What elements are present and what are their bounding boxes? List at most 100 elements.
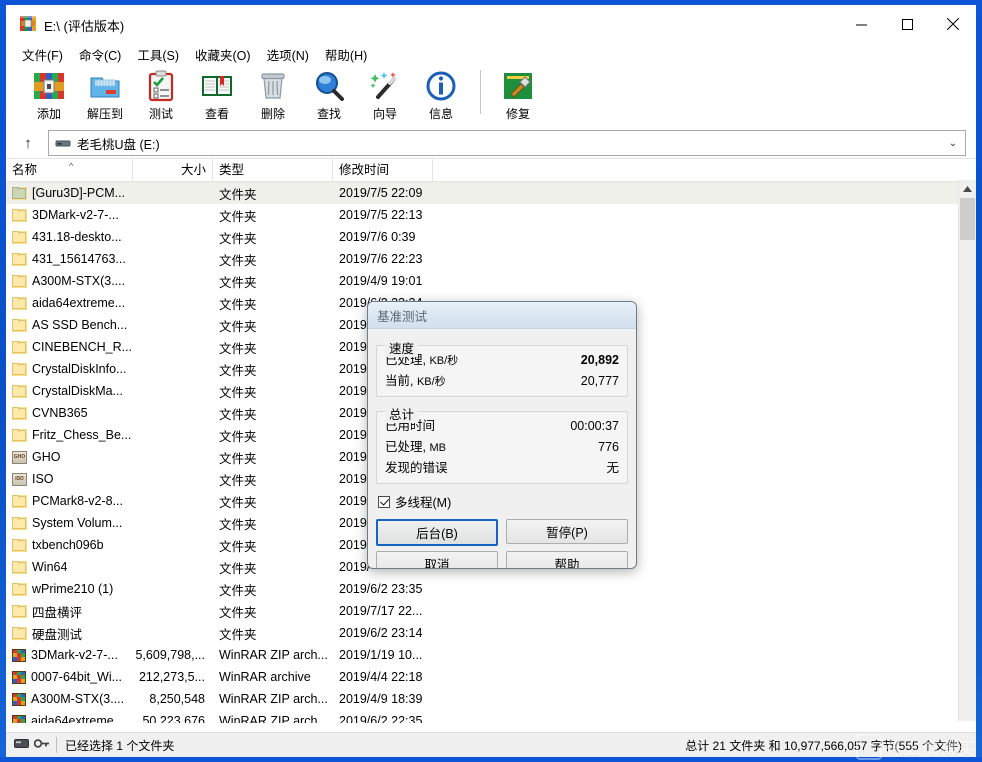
column-header-filler [433, 159, 976, 181]
address-combobox[interactable]: 老毛桃U盘 (E:) ⌄ [48, 130, 966, 156]
column-header-date[interactable]: 修改时间 [333, 159, 433, 181]
toolbar-add-button[interactable]: 添加 [22, 66, 76, 126]
menu-file[interactable]: 文件(F) [14, 43, 71, 66]
toolbar-test-button[interactable]: 测试 [134, 66, 188, 126]
toolbar-info-button[interactable]: 信息 [414, 66, 468, 126]
file-name-text: CrystalDiskInfo... [32, 362, 127, 376]
file-name-text: CINEBENCH_R... [32, 340, 133, 354]
file-date-cell: 2019/4/9 19:01 [339, 274, 423, 288]
up-one-level-button[interactable]: ↑ [14, 130, 42, 156]
toolbar-delete-button[interactable]: 删除 [246, 66, 300, 126]
table-row[interactable]: aida64extreme... 50,223,676 WinRAR ZIP arc… [6, 710, 958, 723]
scroll-up-button[interactable] [959, 180, 976, 197]
file-size-cell: 5,609,798,... [135, 648, 205, 662]
file-name-text: [Guru3D]-PCM... [32, 186, 126, 200]
toolbar-info-label: 信息 [428, 107, 453, 121]
multithreading-checkbox[interactable]: 多线程(M) [378, 492, 628, 511]
table-row[interactable]: 431_15614763... 文件夹 2019/7/6 22:23 [6, 248, 958, 270]
minimize-button[interactable] [838, 5, 884, 43]
close-button[interactable] [930, 5, 976, 43]
total-elapsed-value: 00:00:37 [570, 419, 619, 433]
file-type-cell: 文件夹 [219, 561, 257, 576]
table-row[interactable]: wPrime210 (1) 文件夹 2019/6/2 23:35 [6, 578, 958, 600]
benchmark-dialog[interactable]: 基准测试 速度 已处理, KB/秒 20,892 当前, KB/秒 20,777… [367, 301, 637, 569]
menu-commands[interactable]: 命令(C) [71, 43, 129, 66]
speed-processed-unit: KB/秒 [429, 355, 459, 367]
maximize-button[interactable] [884, 5, 930, 43]
file-name-cell: Fritz_Chess_Be... [6, 428, 133, 442]
column-header-type[interactable]: 类型 [213, 159, 333, 181]
file-name-cell: System Volum... [6, 516, 133, 530]
background-button[interactable]: 后台(B) [376, 519, 498, 546]
toolbar-repair-button[interactable]: 修复 [491, 66, 545, 126]
table-row[interactable]: 四盘横评 文件夹 2019/7/17 22... [6, 600, 958, 622]
file-name-text: 0007-64bit_Wi... [31, 670, 123, 684]
file-name-text: 3DMark-v2-7-... [32, 208, 119, 222]
file-date-cell: 2019/7/5 22:09 [339, 186, 423, 200]
column-header-size[interactable]: 大小 [133, 159, 213, 181]
file-name-text: Fritz_Chess_Be... [32, 428, 132, 442]
toolbar-find-button[interactable]: 查找 [302, 66, 356, 126]
status-total-text: 总计 21 文件夹 和 10,977,566,057 字节(555 个文件) [685, 738, 962, 753]
status-icons [6, 738, 56, 752]
file-name-text: Win64 [32, 560, 68, 574]
dialog-title: 基准测试 [377, 309, 428, 324]
disk-icon [14, 738, 29, 752]
file-name-text: aida64extreme... [31, 714, 125, 723]
table-row[interactable]: A300M-STX(3.... 8,250,548 WinRAR ZIP arch.… [6, 688, 958, 710]
table-row[interactable]: 3DMark-v2-7-... 5,609,798,... WinRAR ZIP a… [6, 644, 958, 666]
folder-icon [12, 362, 27, 376]
cancel-button[interactable]: 取消 [376, 551, 498, 568]
total-group: 总计 已用时间 00:00:37 已处理, MB 776 发现的错误 无 [376, 404, 628, 484]
total-elapsed-row: 已用时间 00:00:37 [385, 414, 619, 435]
table-row[interactable]: 431.18-deskto... 文件夹 2019/7/6 0:39 [6, 226, 958, 248]
toolbar-wizard-button[interactable]: 向导 [358, 66, 412, 126]
file-name-text: wPrime210 (1) [32, 582, 114, 596]
menu-tools[interactable]: 工具(S) [129, 43, 187, 66]
file-type-cell: 文件夹 [219, 429, 257, 444]
menu-favorites[interactable]: 收藏夹(O) [187, 43, 259, 66]
total-processed-row: 已处理, MB 776 [385, 435, 619, 456]
file-type-cell: WinRAR ZIP arch... [219, 648, 328, 662]
table-row[interactable]: 0007-64bit_Wi... 212,273,5... WinRAR archi… [6, 666, 958, 688]
file-type-cell: 文件夹 [219, 187, 257, 202]
extract-to-folder-icon [88, 69, 122, 103]
column-header-name[interactable]: 名称 ^ [6, 159, 133, 181]
file-size-cell: 212,273,5... [138, 670, 205, 684]
multithreading-label: 多线程(M) [395, 496, 452, 510]
folder-icon [12, 626, 27, 640]
speed-group: 速度 已处理, KB/秒 20,892 当前, KB/秒 20,777 [376, 338, 628, 397]
file-name-cell: 3DMark-v2-7-... [6, 648, 133, 662]
file-name-cell: 硬盘测试 [6, 624, 133, 643]
wizard-wand-icon [368, 69, 402, 103]
help-button[interactable]: 帮助 [506, 551, 628, 568]
table-row[interactable]: 硬盘测试 文件夹 2019/6/2 23:14 [6, 622, 958, 644]
file-name-cell: 0007-64bit_Wi... [6, 670, 133, 684]
toolbar-extract-button[interactable]: 解压到 [78, 66, 132, 126]
table-row[interactable]: A300M-STX(3.... 文件夹 2019/4/9 19:01 [6, 270, 958, 292]
file-date-cell: 2019/4/4 22:18 [339, 670, 423, 684]
toolbar-find-label: 查找 [316, 107, 341, 121]
menu-options[interactable]: 选项(N) [259, 43, 317, 66]
table-row[interactable]: 3DMark-v2-7-... 文件夹 2019/7/5 22:13 [6, 204, 958, 226]
file-type-cell: 文件夹 [219, 407, 257, 422]
file-type-cell: WinRAR ZIP arch... [219, 692, 328, 706]
toolbar-wizard-label: 向导 [372, 107, 397, 121]
folder-icon [12, 604, 27, 618]
folder-icon-green [12, 186, 27, 200]
toolbar-view-button[interactable]: 查看 [190, 66, 244, 126]
checkbox-check-icon [378, 495, 390, 508]
scrollbar-thumb[interactable] [960, 198, 975, 240]
vertical-scrollbar[interactable] [958, 180, 976, 721]
file-type-cell: 文件夹 [219, 385, 257, 400]
menu-help[interactable]: 帮助(H) [317, 43, 375, 66]
toolbar-delete-label: 删除 [260, 107, 285, 121]
file-name-cell: txbench096b [6, 538, 133, 552]
speed-current-label: 当前, [385, 374, 417, 388]
title-bar: E:\ (评估版本) [6, 5, 976, 43]
file-name-cell: GHO GHO [6, 450, 133, 464]
address-bar: ↑ 老毛桃U盘 (E:) ⌄ [6, 128, 976, 158]
table-row[interactable]: [Guru3D]-PCM... 文件夹 2019/7/5 22:09 [6, 182, 958, 204]
pause-button[interactable]: 暂停(P) [506, 519, 628, 544]
chevron-down-icon[interactable]: ⌄ [945, 132, 961, 154]
